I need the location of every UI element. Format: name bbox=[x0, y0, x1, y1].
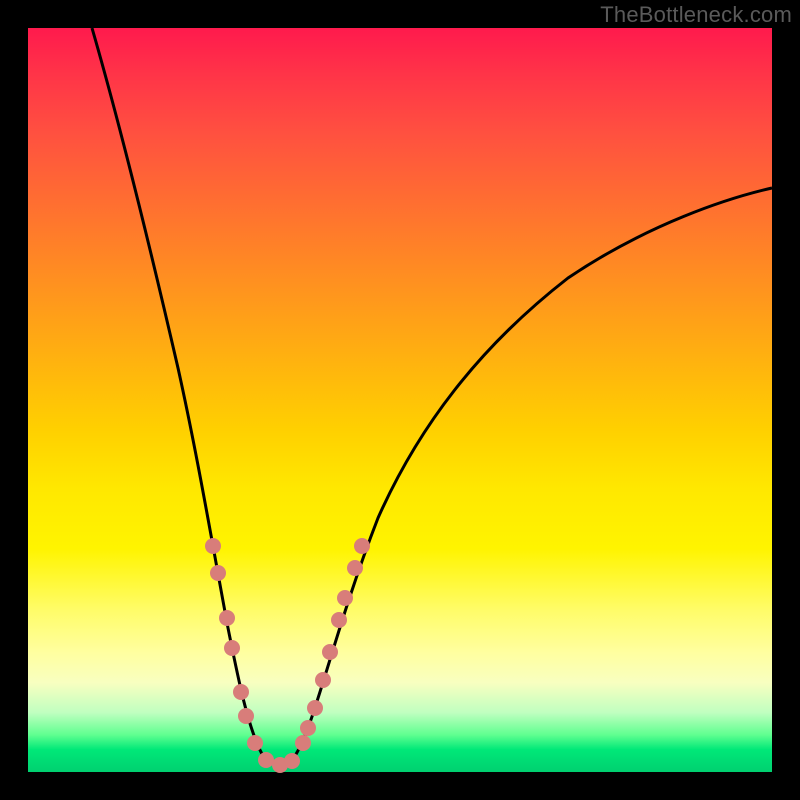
marker-dot bbox=[322, 644, 338, 660]
marker-dot bbox=[347, 560, 363, 576]
marker-dot bbox=[295, 735, 311, 751]
marker-dot bbox=[247, 735, 263, 751]
marker-dot bbox=[258, 752, 274, 768]
marker-dot bbox=[315, 672, 331, 688]
frame: TheBottleneck.com bbox=[0, 0, 800, 800]
marker-dot bbox=[219, 610, 235, 626]
watermark-text: TheBottleneck.com bbox=[600, 2, 792, 28]
curve-layer bbox=[28, 28, 772, 772]
right-curve bbox=[288, 188, 772, 764]
marker-dot bbox=[354, 538, 370, 554]
left-curve bbox=[92, 28, 276, 764]
marker-dot bbox=[210, 565, 226, 581]
marker-dot bbox=[300, 720, 316, 736]
marker-dot bbox=[337, 590, 353, 606]
marker-dot bbox=[307, 700, 323, 716]
marker-dot bbox=[331, 612, 347, 628]
marker-group bbox=[205, 538, 370, 773]
marker-dot bbox=[205, 538, 221, 554]
marker-dot bbox=[233, 684, 249, 700]
plot-area bbox=[28, 28, 772, 772]
marker-dot bbox=[238, 708, 254, 724]
marker-dot bbox=[284, 753, 300, 769]
marker-dot bbox=[224, 640, 240, 656]
